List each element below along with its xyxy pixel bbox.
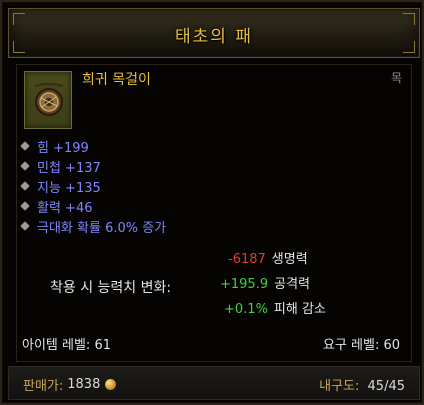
sell-price-value: 1838 xyxy=(67,377,101,392)
stat-line: 지능 +135 xyxy=(20,176,166,196)
diamond-bullet-icon xyxy=(20,201,31,212)
stat-line: 활력 +46 xyxy=(20,196,166,216)
tooltip-header: 태초의 패 xyxy=(8,8,420,58)
stat-text: 활력 +46 xyxy=(37,200,93,216)
diamond-bullet-icon xyxy=(20,181,31,192)
stat-change-life: -6187 생명력 xyxy=(228,248,308,267)
amulet-icon xyxy=(24,71,72,129)
durability-label: 내구도: xyxy=(319,379,360,394)
durability-value: 45/45 xyxy=(367,379,405,394)
required-level: 요구 레벨: 60 xyxy=(322,338,400,353)
item-type: 희귀 목걸이 xyxy=(82,72,151,88)
stat-text: 지능 +135 xyxy=(37,180,101,196)
diamond-bullet-icon xyxy=(20,141,31,152)
item-name: 태초의 패 xyxy=(175,27,253,47)
stat-line: 힘 +199 xyxy=(20,136,166,156)
durability: 내구도: 45/45 xyxy=(319,375,405,394)
item-level: 아이템 레벨: 61 xyxy=(22,338,111,353)
item-tooltip: 태초의 패 희귀 목걸이 목 힘 +199 민첩 +137 지능 +135 활력… xyxy=(0,0,424,405)
stat-change-damage: +195.9 공격력 xyxy=(220,273,310,292)
change-value: +0.1% xyxy=(224,302,268,317)
change-label: 생명력 xyxy=(271,252,308,267)
change-label: 공격력 xyxy=(274,277,310,292)
stat-line: 극대화 확률 6.0% 증가 xyxy=(20,216,166,236)
item-slot: 목 xyxy=(390,71,402,85)
stat-change-damage-reduction: +0.1% 피해 감소 xyxy=(224,298,326,317)
stat-text: 힘 +199 xyxy=(37,140,89,156)
stat-text: 극대화 확률 6.0% 증가 xyxy=(37,220,167,236)
sell-price: 판매가: 1838 xyxy=(23,375,117,394)
stat-list: 힘 +199 민첩 +137 지능 +135 활력 +46 극대화 확률 6.0… xyxy=(20,136,166,236)
change-label: 피해 감소 xyxy=(273,302,326,317)
change-value: -6187 xyxy=(228,252,266,267)
sell-price-label: 판매가: xyxy=(23,379,64,394)
diamond-bullet-icon xyxy=(20,161,31,172)
stat-text: 민첩 +137 xyxy=(37,160,101,176)
stat-change-label: 착용 시 능력치 변화: xyxy=(50,280,172,296)
change-value: +195.9 xyxy=(220,277,269,292)
gold-coin-icon xyxy=(105,379,117,390)
stat-line: 민첩 +137 xyxy=(20,156,166,176)
tooltip-footer: 판매가: 1838 내구도: 45/45 xyxy=(8,366,420,400)
diamond-bullet-icon xyxy=(20,221,31,232)
